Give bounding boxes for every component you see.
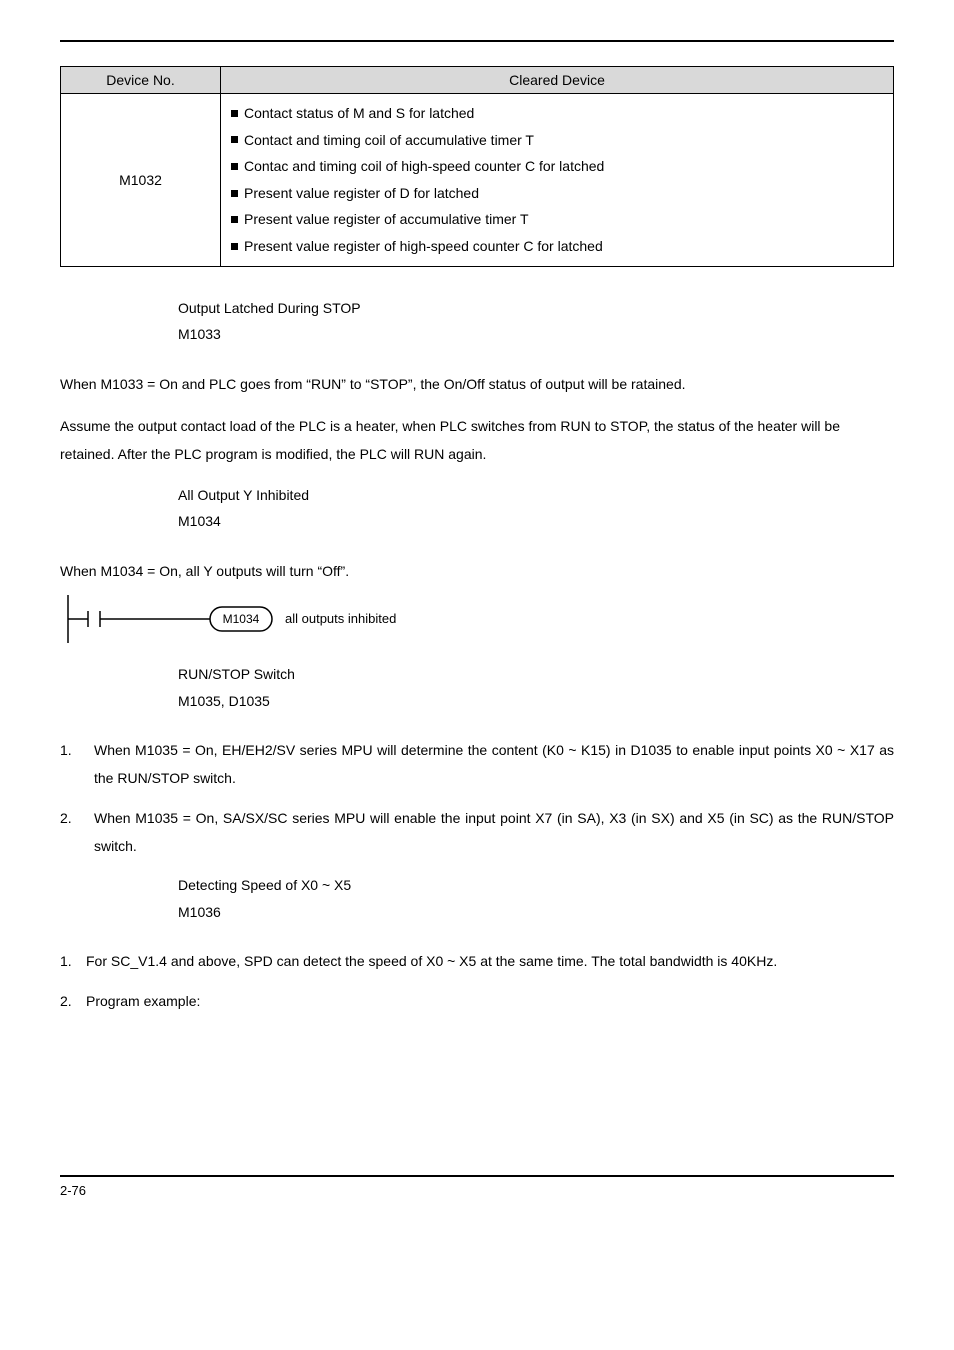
list-text: When M1035 = On, EH/EH2/SV series MPU wi… xyxy=(94,736,894,792)
table-device-cell: M1032 xyxy=(61,94,221,267)
section-flag: M1035, D1035 xyxy=(178,688,894,715)
section-flag: M1033 xyxy=(178,321,894,348)
table-header-device: Device No. xyxy=(61,67,221,94)
list-item: 1. For SC_V1.4 and above, SPD can detect… xyxy=(60,947,894,975)
table-line: Contact status of M and S for latched xyxy=(244,105,474,121)
list-number: 1. xyxy=(60,736,94,792)
bullet-square-icon xyxy=(231,190,238,197)
section-title: Output Latched During STOP xyxy=(178,295,894,322)
section-title: All Output Y Inhibited xyxy=(178,482,894,509)
list-text: Program example: xyxy=(86,987,894,1015)
list-text: For SC_V1.4 and above, SPD can detect th… xyxy=(86,947,894,975)
section-flag: M1034 xyxy=(178,508,894,535)
section-run-stop-head: RUN/STOP Switch M1035, D1035 xyxy=(178,661,894,714)
table-line: Contac and timing coil of high-speed cou… xyxy=(244,158,604,174)
paragraph: When M1033 = On and PLC goes from “RUN” … xyxy=(60,370,894,398)
table-line: Present value register of accumulative t… xyxy=(244,211,529,227)
section-flag: M1036 xyxy=(178,899,894,926)
list-item: 1. When M1035 = On, EH/EH2/SV series MPU… xyxy=(60,736,894,792)
device-table: Device No. Cleared Device M1032 Contact … xyxy=(60,66,894,267)
page-footer: 2-76 xyxy=(60,1175,894,1198)
bullet-square-icon xyxy=(231,243,238,250)
section-all-output-inhibited-head: All Output Y Inhibited M1034 xyxy=(178,482,894,535)
list-text: When M1035 = On, SA/SX/SC series MPU wil… xyxy=(94,804,894,860)
bullet-square-icon xyxy=(231,216,238,223)
table-line: Present value register of high-speed cou… xyxy=(244,238,603,254)
list-number: 2. xyxy=(60,987,86,1015)
paragraph: Assume the output contact load of the PL… xyxy=(60,412,894,468)
numbered-list: 1. When M1035 = On, EH/EH2/SV series MPU… xyxy=(60,736,894,860)
bullet-square-icon xyxy=(231,110,238,117)
paragraph: When M1034 = On, all Y outputs will turn… xyxy=(60,557,894,585)
table-line: Contact and timing coil of accumulative … xyxy=(244,132,534,148)
section-output-latched-head: Output Latched During STOP M1033 xyxy=(178,295,894,348)
ladder-diagram: M1034 all outputs inhibited xyxy=(60,591,894,651)
section-title: RUN/STOP Switch xyxy=(178,661,894,688)
section-detecting-speed-head: Detecting Speed of X0 ~ X5 M1036 xyxy=(178,872,894,925)
numbered-list: 1. For SC_V1.4 and above, SPD can detect… xyxy=(60,947,894,1015)
bullet-square-icon xyxy=(231,136,238,143)
ladder-coil-label: M1034 xyxy=(223,612,260,626)
bullet-square-icon xyxy=(231,163,238,170)
section-title: Detecting Speed of X0 ~ X5 xyxy=(178,872,894,899)
table-header-cleared: Cleared Device xyxy=(221,67,894,94)
list-item: 2. When M1035 = On, SA/SX/SC series MPU … xyxy=(60,804,894,860)
table-cleared-cell: Contact status of M and S for latched Co… xyxy=(221,94,894,267)
list-number: 2. xyxy=(60,804,94,860)
top-horizontal-rule xyxy=(60,40,894,42)
table-line: Present value register of D for latched xyxy=(244,185,479,201)
list-number: 1. xyxy=(60,947,86,975)
ladder-inhibited-label: all outputs inhibited xyxy=(285,611,396,626)
page-number: 2-76 xyxy=(60,1183,86,1198)
list-item: 2. Program example: xyxy=(60,987,894,1015)
